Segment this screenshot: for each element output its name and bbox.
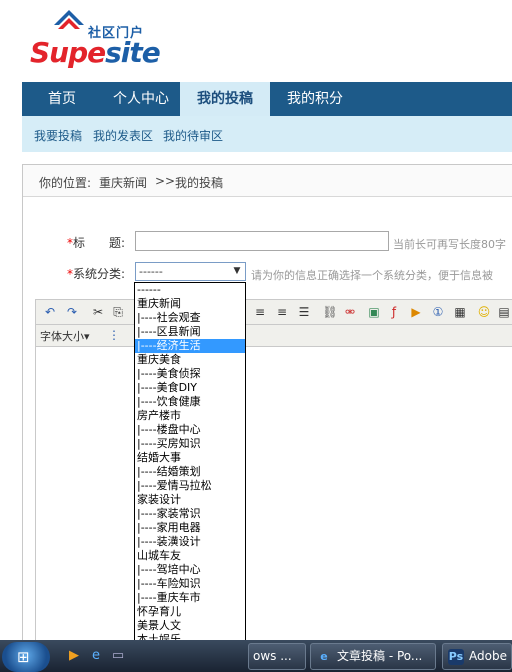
taskbar-item-window[interactable]: ows ... — [248, 643, 306, 670]
dropdown-option[interactable]: ------ — [135, 283, 245, 297]
dropdown-option[interactable]: 重庆美食 — [135, 353, 245, 367]
taskbar-item-label: Adobe — [469, 649, 507, 663]
dropdown-option[interactable]: |----爱情马拉松 — [135, 479, 245, 493]
breadcrumb-current: 我的投稿 — [175, 176, 224, 190]
dropdown-option[interactable]: |----家用电器 — [135, 521, 245, 535]
logo-word-b: site — [105, 36, 161, 69]
taskbar-item-label: 文章投稿 - Po... — [337, 649, 423, 663]
breadcrumb: 你的位置: 重庆新闻 >> 我的投稿 — [23, 165, 512, 197]
unlink-icon[interactable]: ⚮ — [342, 304, 358, 320]
dropdown-option[interactable]: |----重庆车市 — [135, 591, 245, 605]
dropdown-option[interactable]: |----美食侦探 — [135, 367, 245, 381]
category-dropdown-list[interactable]: ------ 重庆新闻 |----社会观查 |----区县新闻 |----经济生活 重庆美… — [134, 282, 246, 664]
category-select[interactable]: ------ ▼ — [135, 262, 246, 281]
align-right-icon[interactable]: ≡ — [274, 304, 290, 320]
title-input[interactable] — [135, 231, 389, 251]
undo-icon[interactable]: ↶ — [42, 304, 58, 320]
show-desktop-icon[interactable]: ▭ — [110, 648, 126, 664]
smiley-icon[interactable]: ☺ — [476, 304, 492, 320]
windows-taskbar: ⊞ ▶ e ▭ ows ... e 文章投稿 - Po... Ps Adobe — [0, 640, 512, 672]
font-size-label: 字体大小 — [40, 330, 84, 343]
media-player-icon[interactable]: ▶ — [66, 648, 82, 664]
dropdown-option[interactable]: 结婚大事 — [135, 451, 245, 465]
link-icon[interactable]: ⛓ — [322, 304, 338, 320]
copy-icon[interactable]: ⎘ — [110, 304, 126, 320]
category-label-text: 系统分类: — [73, 267, 126, 281]
ie-icon: e — [320, 650, 328, 663]
dropdown-option[interactable]: 山城车友 — [135, 549, 245, 563]
align-center-icon[interactable]: ≡ — [252, 304, 268, 320]
dropdown-option[interactable]: |----买房知识 — [135, 437, 245, 451]
dropdown-option[interactable]: |----家装常识 — [135, 507, 245, 521]
dropdown-option[interactable]: 怀孕育儿 — [135, 605, 245, 619]
category-hint: 请为你的信息正确选择一个系统分类，便于信息被 — [251, 269, 493, 282]
title-label: *标 题: — [67, 234, 125, 251]
category-select-value: ------ — [139, 265, 163, 278]
sub-nav: 我要投稿 我的发表区 我的待审区 — [22, 116, 512, 152]
taskbar-item-photoshop[interactable]: Ps Adobe — [442, 643, 512, 670]
tab-personal-center[interactable]: 个人中心 — [102, 82, 180, 116]
page-break-icon[interactable]: ① — [430, 304, 446, 320]
taskbar-item-label: ows ... — [253, 649, 292, 663]
editor-toolbar: ↶ ↷ ✂ ⎘ ≡ ≡ ☰ ⛓ ⚮ ▣ ƒ ▶ ① ▦ ☺ ▤ — [35, 299, 512, 325]
main-nav: 首页 个人中心 我的投稿 我的积分 — [22, 82, 512, 116]
dropdown-option[interactable]: |----饮食健康 — [135, 395, 245, 409]
taskbar-item-ie[interactable]: e 文章投稿 - Po... — [310, 643, 436, 670]
dropdown-option[interactable]: |----驾培中心 — [135, 563, 245, 577]
dropdown-option[interactable]: 家装设计 — [135, 493, 245, 507]
flash-icon[interactable]: ƒ — [386, 304, 402, 320]
category-label: *系统分类: — [67, 265, 125, 282]
dropdown-option[interactable]: |----装潢设计 — [135, 535, 245, 549]
more-icon[interactable]: ▤ — [496, 304, 512, 320]
ie-quicklaunch-icon[interactable]: e — [88, 648, 104, 664]
windows-logo-icon: ⊞ — [17, 648, 30, 666]
logo-word-a: Supe — [30, 36, 106, 69]
breadcrumb-link-news[interactable]: 重庆新闻 — [99, 174, 147, 191]
justify-icon[interactable]: ☰ — [296, 304, 312, 320]
breadcrumb-separator: >> — [155, 174, 176, 188]
content-panel: 你的位置: 重庆新闻 >> 我的投稿 *标 题: 当前长可再写长度80字 *系统… — [22, 164, 512, 645]
chevron-down-icon[interactable]: ▼ — [229, 263, 245, 280]
editor-area[interactable] — [35, 347, 512, 645]
media-icon[interactable]: ▶ — [408, 304, 424, 320]
tab-my-points[interactable]: 我的积分 — [270, 82, 360, 116]
dropdown-option[interactable]: |----区县新闻 — [135, 325, 245, 339]
table-icon[interactable]: ▦ — [452, 304, 468, 320]
dropdown-option[interactable]: |----车险知识 — [135, 577, 245, 591]
site-logo[interactable]: 社区门户 Supesite — [30, 8, 161, 70]
tab-my-submissions[interactable]: 我的投稿 — [180, 82, 270, 116]
subnav-submit[interactable]: 我要投稿 — [34, 127, 82, 144]
subnav-published[interactable]: 我的发表区 — [93, 127, 153, 144]
breadcrumb-label: 你的位置: — [39, 176, 92, 190]
photoshop-icon: Ps — [448, 649, 464, 665]
editor-toolbar-row2: 字体大小▾ ⋮ — [35, 325, 512, 347]
dropdown-option[interactable]: 重庆新闻 — [135, 297, 245, 311]
start-button[interactable]: ⊞ — [2, 642, 50, 672]
dropdown-option[interactable]: |----结婚策划 — [135, 465, 245, 479]
dropdown-option[interactable]: 美景人文 — [135, 619, 245, 633]
tab-home[interactable]: 首页 — [22, 82, 102, 116]
image-icon[interactable]: ▣ — [366, 304, 382, 320]
cut-icon[interactable]: ✂ — [90, 304, 106, 320]
dropdown-option[interactable]: 房产楼市 — [135, 409, 245, 423]
dropdown-option[interactable]: |----社会观查 — [135, 311, 245, 325]
dropdown-option[interactable]: |----楼盘中心 — [135, 423, 245, 437]
ordered-list-icon[interactable]: ⋮ — [106, 327, 122, 343]
redo-icon[interactable]: ↷ — [64, 304, 80, 320]
dropdown-option[interactable]: |----经济生活 — [135, 339, 245, 353]
logo-wordmark: Supesite — [30, 36, 161, 69]
title-hint: 当前长可再写长度80字 — [393, 238, 506, 251]
dropdown-option[interactable]: |----美食DIY — [135, 381, 245, 395]
subnav-pending[interactable]: 我的待审区 — [163, 127, 223, 144]
title-label-text: 标 题: — [73, 236, 126, 250]
font-size-select[interactable]: 字体大小▾ — [40, 328, 90, 344]
